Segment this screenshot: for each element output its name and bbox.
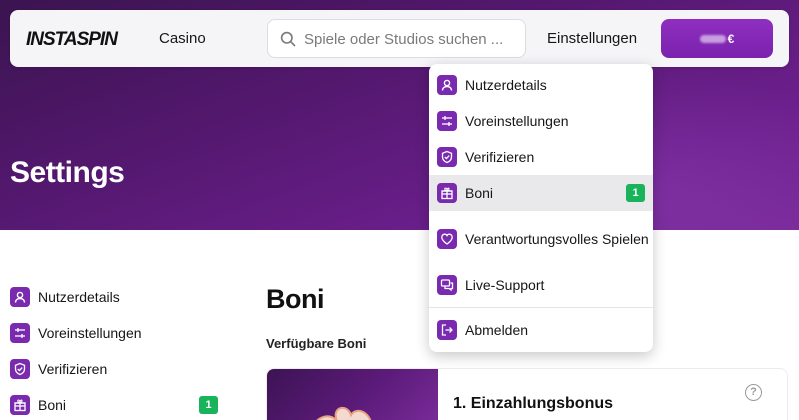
sidebar-item-verifizieren[interactable]: Verifizieren	[10, 355, 220, 383]
balance-currency: €	[727, 31, 735, 46]
bonus-card[interactable]: 1. Einzahlungsbonus ?	[266, 368, 788, 420]
bonus-card-image	[267, 369, 438, 420]
menu-item-label: Nutzerdetails	[465, 77, 547, 93]
menu-item-live-support[interactable]: Live-Support	[429, 267, 653, 303]
heart-icon	[437, 229, 457, 249]
chat-icon	[437, 275, 457, 295]
menu-item-nutzerdetails[interactable]: Nutzerdetails	[429, 67, 653, 103]
nav-settings-link[interactable]: Einstellungen	[547, 30, 637, 47]
search-input[interactable]	[304, 29, 519, 49]
sidebar-item-label: Verifizieren	[38, 361, 108, 377]
menu-item-verantwortungsvolles-spielen[interactable]: Verantwortungsvolles Spielen	[429, 214, 653, 264]
section-title: Boni	[266, 284, 325, 314]
bonus-count-badge: 1	[199, 396, 218, 414]
sidebar-item-label: Nutzerdetails	[38, 289, 120, 305]
menu-divider	[429, 307, 653, 308]
nav-casino-link[interactable]: Casino	[159, 30, 206, 47]
logout-icon	[437, 320, 457, 340]
sliders-icon	[10, 323, 30, 343]
menu-item-voreinstellungen[interactable]: Voreinstellungen	[429, 103, 653, 139]
search-icon	[280, 31, 296, 47]
bonus-count-badge: 1	[626, 184, 645, 202]
menu-item-label: Verantwortungsvolles Spielen	[465, 231, 649, 247]
gift-icon	[10, 395, 30, 415]
sidebar-item-label: Voreinstellungen	[38, 325, 142, 341]
sliders-icon	[437, 111, 457, 131]
help-icon[interactable]: ?	[745, 384, 762, 401]
sidebar-item-boni[interactable]: Boni 1	[10, 391, 220, 419]
shield-check-icon	[10, 359, 30, 379]
gift-icon	[437, 183, 457, 203]
menu-item-verifizieren[interactable]: Verifizieren	[429, 139, 653, 175]
balance-amount-blurred	[699, 35, 726, 44]
menu-item-label: Boni	[465, 185, 494, 201]
settings-dropdown-menu: Nutzerdetails Voreinstellungen Verifizie…	[429, 64, 653, 352]
page-hero-title: Settings	[10, 156, 125, 189]
bonus-title: 1. Einzahlungsbonus	[453, 395, 614, 412]
menu-item-label: Live-Support	[465, 277, 545, 293]
menu-item-label: Abmelden	[465, 322, 529, 338]
sidebar-item-label: Boni	[38, 397, 67, 413]
user-icon	[10, 287, 30, 307]
shield-check-icon	[437, 147, 457, 167]
section-subtitle: Verfügbare Boni	[266, 336, 367, 351]
search-box[interactable]	[267, 19, 526, 58]
balance-button[interactable]: €	[661, 19, 773, 58]
menu-item-label: Voreinstellungen	[465, 113, 569, 129]
sidebar-item-voreinstellungen[interactable]: Voreinstellungen	[10, 319, 220, 347]
menu-item-abmelden[interactable]: Abmelden	[429, 312, 653, 348]
sidebar-item-nutzerdetails[interactable]: Nutzerdetails	[10, 283, 220, 311]
gift-bow-illustration	[316, 406, 372, 420]
top-header: INSTASPIN Casino Einstellungen €	[10, 10, 789, 67]
menu-item-boni[interactable]: Boni 1	[429, 175, 653, 211]
menu-item-label: Verifizieren	[465, 149, 535, 165]
user-icon	[437, 75, 457, 95]
instaspin-logo[interactable]: INSTASPIN	[26, 29, 118, 51]
